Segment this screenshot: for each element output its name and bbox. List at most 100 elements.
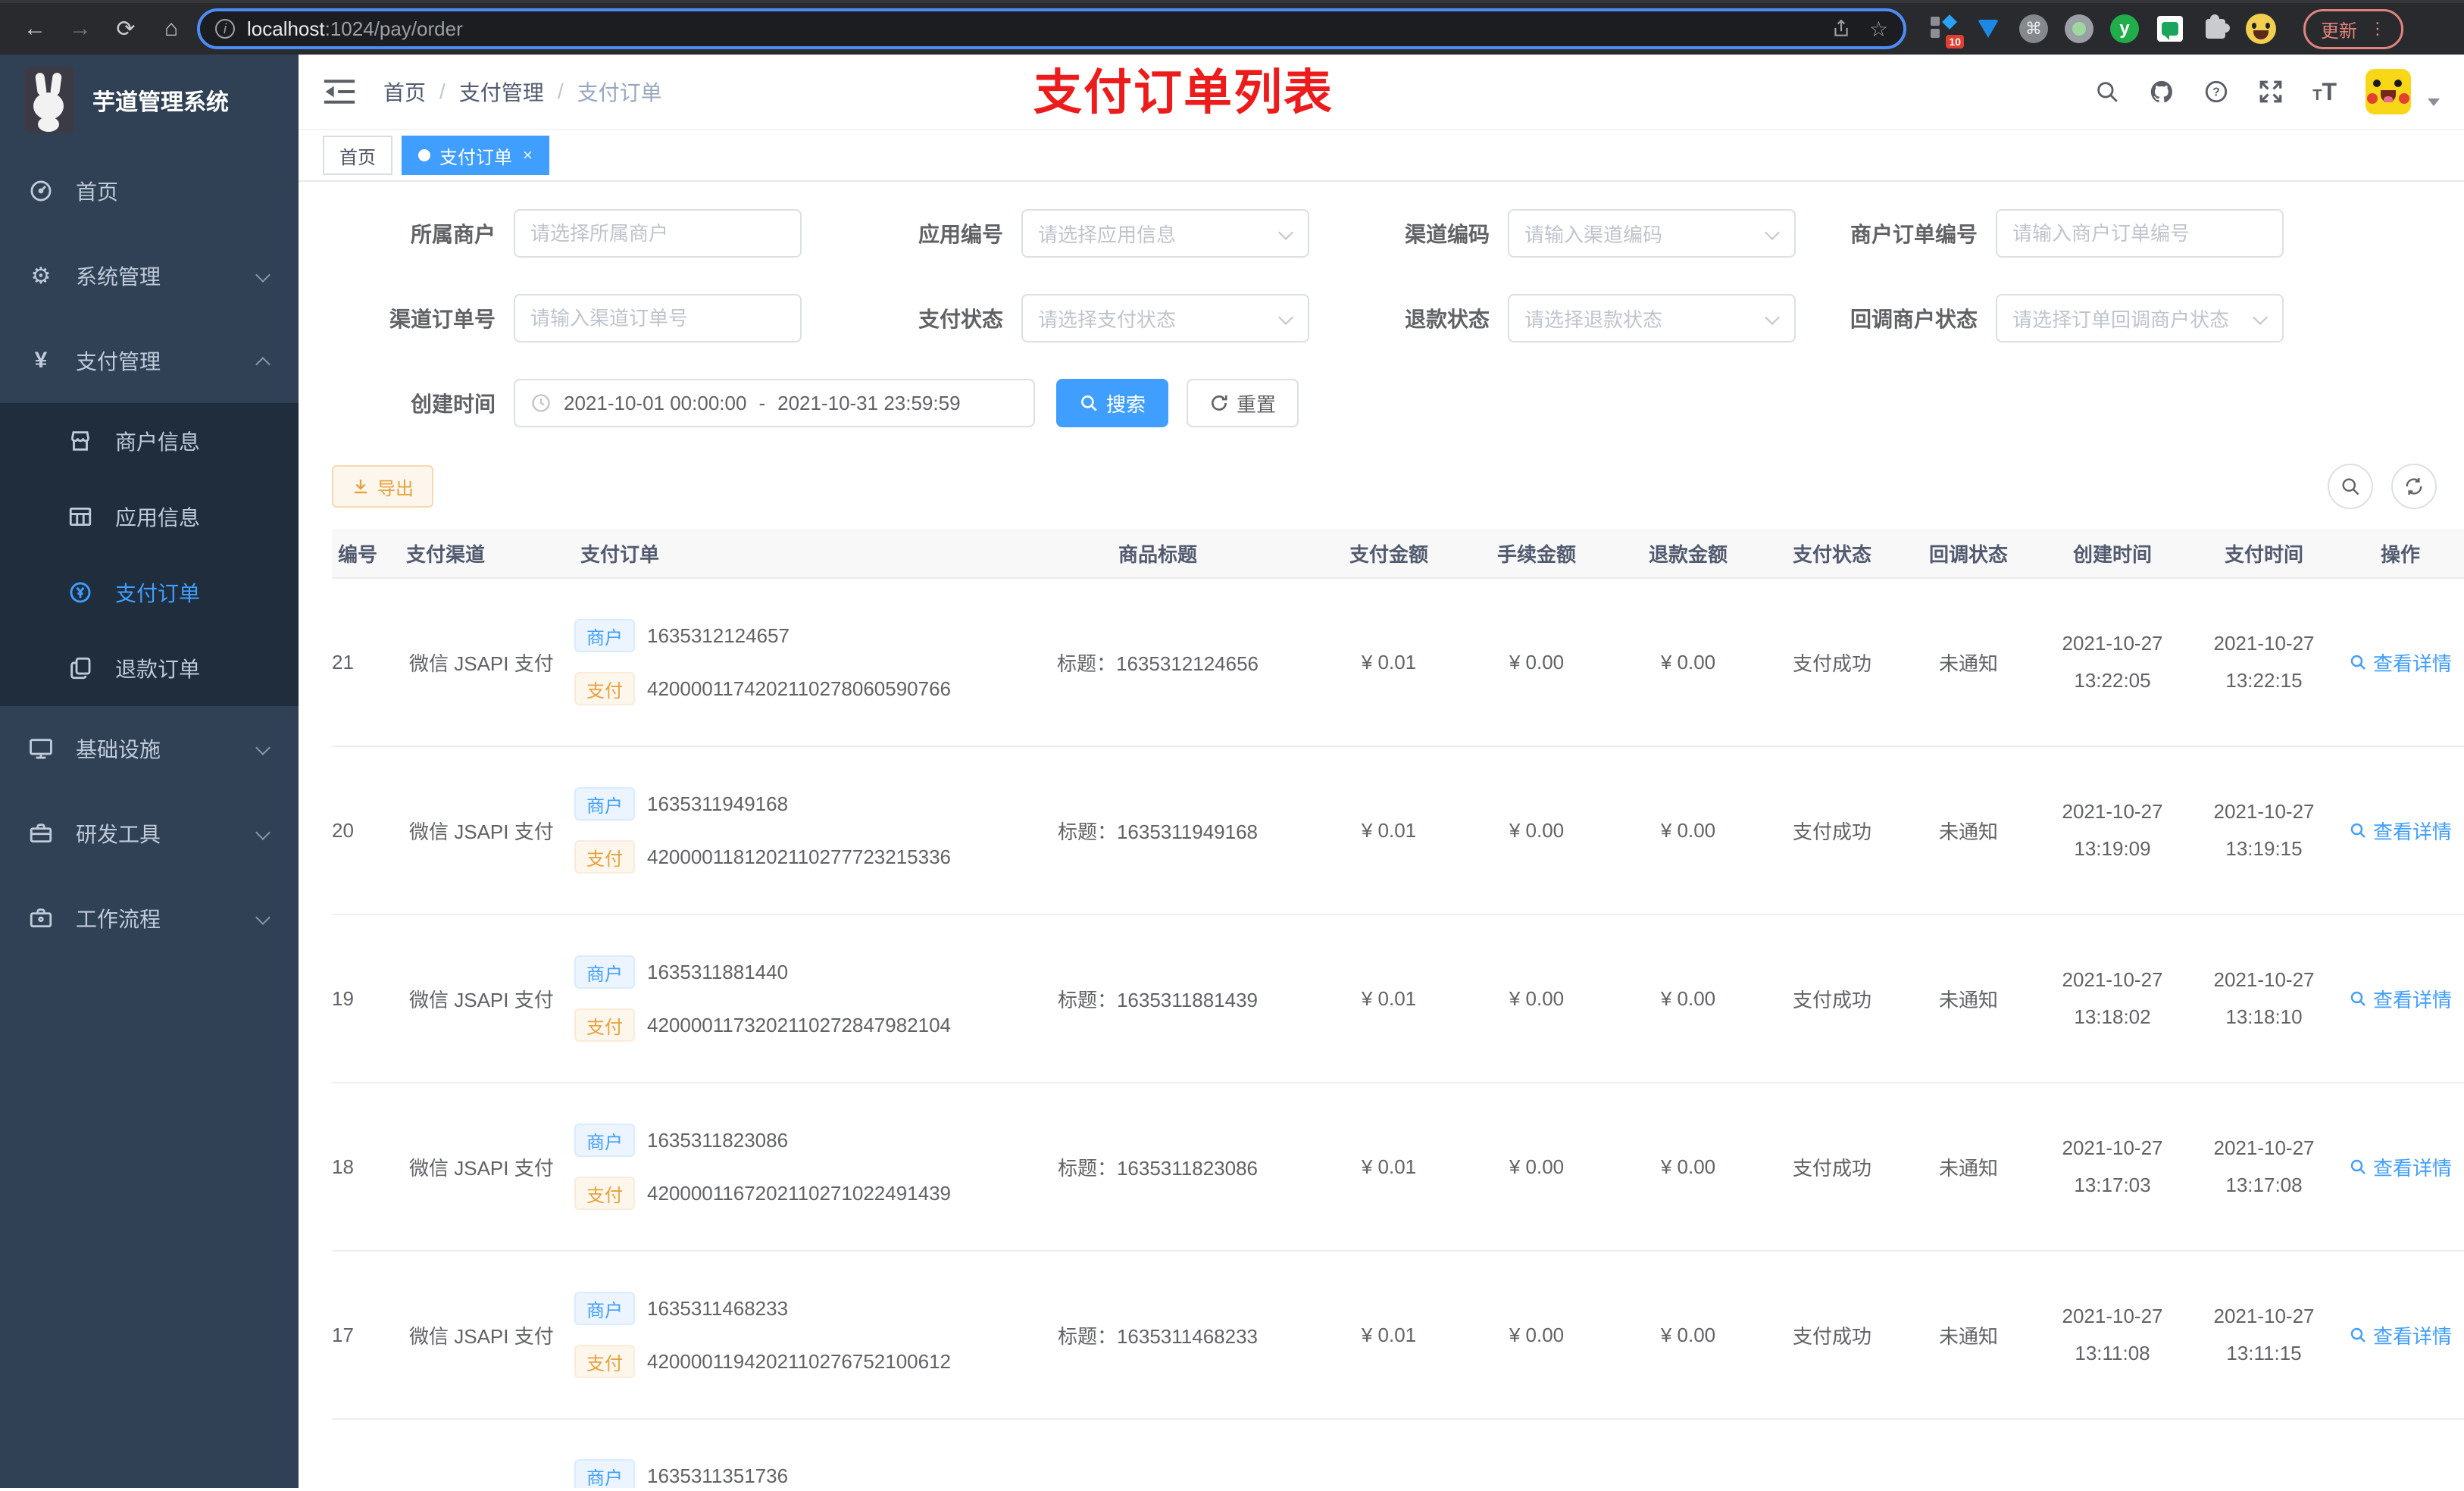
svg-text:?: ?: [2212, 86, 2220, 99]
cell-status: 支付成功: [1792, 652, 1871, 675]
table-row: 20 微信 JSAPI 支付 商户 1635311949168 支付 4200001…: [332, 747, 2464, 915]
cell-paid: 2021-10-27 13:11:15: [2213, 1305, 2315, 1364]
chevron-down-icon: [255, 267, 270, 283]
cell-fee: ¥ 0.00: [1509, 650, 1565, 674]
col-paid: 支付时间: [2224, 542, 2303, 566]
cell-status: 支付成功: [1792, 988, 1871, 1011]
breadcrumb-home[interactable]: 首页: [383, 77, 426, 107]
update-label: 更新: [2321, 20, 2357, 42]
cell-channel: 微信 JSAPI 支付: [409, 652, 554, 675]
cell-notify: 未通知: [1938, 820, 1998, 843]
sidebar-item-pay-order[interactable]: 支付订单: [0, 555, 299, 630]
sidebar-item-workflow[interactable]: 工作流程: [0, 876, 299, 961]
home-icon[interactable]: ⌂: [152, 16, 191, 42]
site-info-icon[interactable]: i: [215, 19, 235, 39]
help-icon[interactable]: ?: [2203, 79, 2229, 105]
merchant-tag: 商户: [574, 955, 635, 989]
create-time-range-picker[interactable]: 2021-10-01 00:00:00 - 2021-10-31 23:59:5…: [514, 379, 1035, 427]
clock-icon: [532, 394, 550, 412]
cell-status: 支付成功: [1792, 1324, 1871, 1348]
yen-icon: ¥: [34, 348, 48, 373]
view-detail-link[interactable]: 查看详情: [2340, 649, 2461, 677]
sidebar-item-home[interactable]: 首页: [0, 148, 299, 233]
sidebar-item-merchant-info[interactable]: 商户信息: [0, 403, 299, 479]
address-bar[interactable]: i localhost:1024/pay/order ☆: [197, 8, 1906, 49]
pay-status-select[interactable]: 请选择支付状态: [1021, 294, 1309, 342]
fullscreen-icon[interactable]: [2258, 79, 2284, 105]
tag-close-icon[interactable]: ×: [523, 145, 533, 165]
sidebar-item-infra[interactable]: 基础设施: [0, 706, 299, 791]
col-created: 创建时间: [2072, 542, 2152, 566]
cell-amount: ¥ 0.01: [1361, 650, 1417, 674]
bookmark-star-icon[interactable]: ☆: [1869, 17, 1888, 42]
sidebar-item-refund-order[interactable]: 退款订单: [0, 630, 299, 706]
merchant-order-no-input[interactable]: [1996, 209, 2284, 258]
view-detail-link[interactable]: 查看详情: [2340, 1153, 2461, 1181]
extension-puzzle-icon[interactable]: [2200, 14, 2231, 44]
view-detail-link[interactable]: 查看详情: [2340, 985, 2461, 1013]
merchant-input[interactable]: [514, 209, 802, 258]
reset-button[interactable]: 重置: [1187, 379, 1299, 427]
avatar-dropdown-icon[interactable]: [2428, 98, 2440, 106]
sidebar-fold-icon[interactable]: [323, 77, 356, 107]
yen-circle-icon: [67, 579, 94, 606]
cell-title: 标题：1635312124656: [1057, 652, 1259, 675]
table-row: 17 微信 JSAPI 支付 商户 1635311468233 支付 4200001…: [332, 1252, 2464, 1420]
col-refund: 退款金额: [1648, 542, 1728, 566]
extension-chat-icon[interactable]: [2155, 14, 2185, 44]
toggle-search-button[interactable]: [2328, 464, 2373, 509]
view-detail-link[interactable]: 查看详情: [2340, 1321, 2461, 1349]
pay-tag: 支付: [574, 840, 635, 874]
extension-grid-icon[interactable]: 10: [1928, 14, 1964, 48]
table-header-row: 编号 支付渠道 支付订单 商品标题 支付金额 手续金额 退款金额 支付状态 回调…: [332, 529, 2464, 579]
browser-update-button[interactable]: 更新 ⋮: [2303, 8, 2403, 49]
sidebar-item-app-info[interactable]: 应用信息: [0, 479, 299, 555]
cell-amount: ¥ 0.01: [1361, 818, 1417, 842]
search-button[interactable]: 搜索: [1056, 379, 1169, 427]
share-icon[interactable]: [1831, 19, 1851, 39]
avatar[interactable]: [2366, 69, 2411, 114]
view-detail-link[interactable]: 查看详情: [2340, 817, 2461, 845]
breadcrumb-current: 支付订单: [577, 81, 662, 105]
url-path: :1024/pay/order: [324, 17, 463, 40]
date-end: 2021-10-31 23:59:59: [777, 391, 961, 414]
tag-pay-order[interactable]: 支付订单 ×: [402, 136, 549, 175]
notify-status-select[interactable]: 请选择订单回调商户状态: [1996, 294, 2284, 342]
extension-y-icon[interactable]: y: [2109, 14, 2140, 44]
app-logo[interactable]: 芋道管理系统: [0, 55, 299, 145]
active-dot: [418, 149, 430, 161]
channel-code-select[interactable]: 请输入渠道编码: [1508, 209, 1796, 258]
pay-tag: 支付: [574, 672, 635, 705]
sidebar-item-devtools[interactable]: 研发工具: [0, 791, 299, 876]
sidebar-item-pay[interactable]: ¥ 支付管理: [0, 318, 299, 403]
app-select[interactable]: 请选择应用信息: [1021, 209, 1309, 258]
refresh-table-button[interactable]: [2391, 464, 2437, 509]
cell-created: 2021-10-27 13:22:05: [2062, 632, 2163, 692]
cell-id: 21: [332, 650, 354, 674]
sidebar-item-system[interactable]: ⚙ 系统管理: [0, 233, 299, 318]
sidebar-item-label: 支付管理: [76, 350, 161, 374]
font-size-icon[interactable]: TT: [2312, 78, 2337, 106]
profile-emoji-icon[interactable]: [2246, 14, 2276, 44]
col-notify: 回调状态: [1928, 542, 2008, 566]
extension-record-icon[interactable]: [2064, 14, 2094, 44]
extension-command-icon[interactable]: ⌘: [2018, 14, 2049, 44]
col-pay-order: 支付订单: [580, 542, 660, 566]
breadcrumb-section[interactable]: 支付管理: [459, 77, 544, 107]
tag-home[interactable]: 首页: [323, 136, 392, 175]
refund-status-select[interactable]: 请选择退款状态: [1508, 294, 1796, 342]
orders-table: 编号 支付渠道 支付订单 商品标题 支付金额 手续金额 退款金额 支付状态 回调…: [332, 529, 2464, 1488]
search-icon: [2350, 1327, 2366, 1343]
reload-icon[interactable]: ⟳: [106, 16, 145, 42]
browser-menu-icon[interactable]: ⋮: [2369, 19, 2386, 39]
cell-paid: 2021-10-27 13:18:10: [2213, 968, 2315, 1028]
github-icon[interactable]: [2149, 79, 2175, 105]
table-row: 19 微信 JSAPI 支付 商户 1635311881440 支付 4200001…: [332, 915, 2464, 1083]
search-icon[interactable]: [2094, 79, 2120, 105]
forward-icon[interactable]: →: [61, 16, 100, 42]
back-icon[interactable]: ←: [15, 16, 55, 42]
cell-paid: 2021-10-27 13:22:15: [2213, 632, 2315, 692]
extension-gem-icon[interactable]: [1973, 14, 2003, 44]
channel-order-no-input[interactable]: [514, 294, 802, 342]
export-button[interactable]: 导出: [332, 465, 433, 508]
